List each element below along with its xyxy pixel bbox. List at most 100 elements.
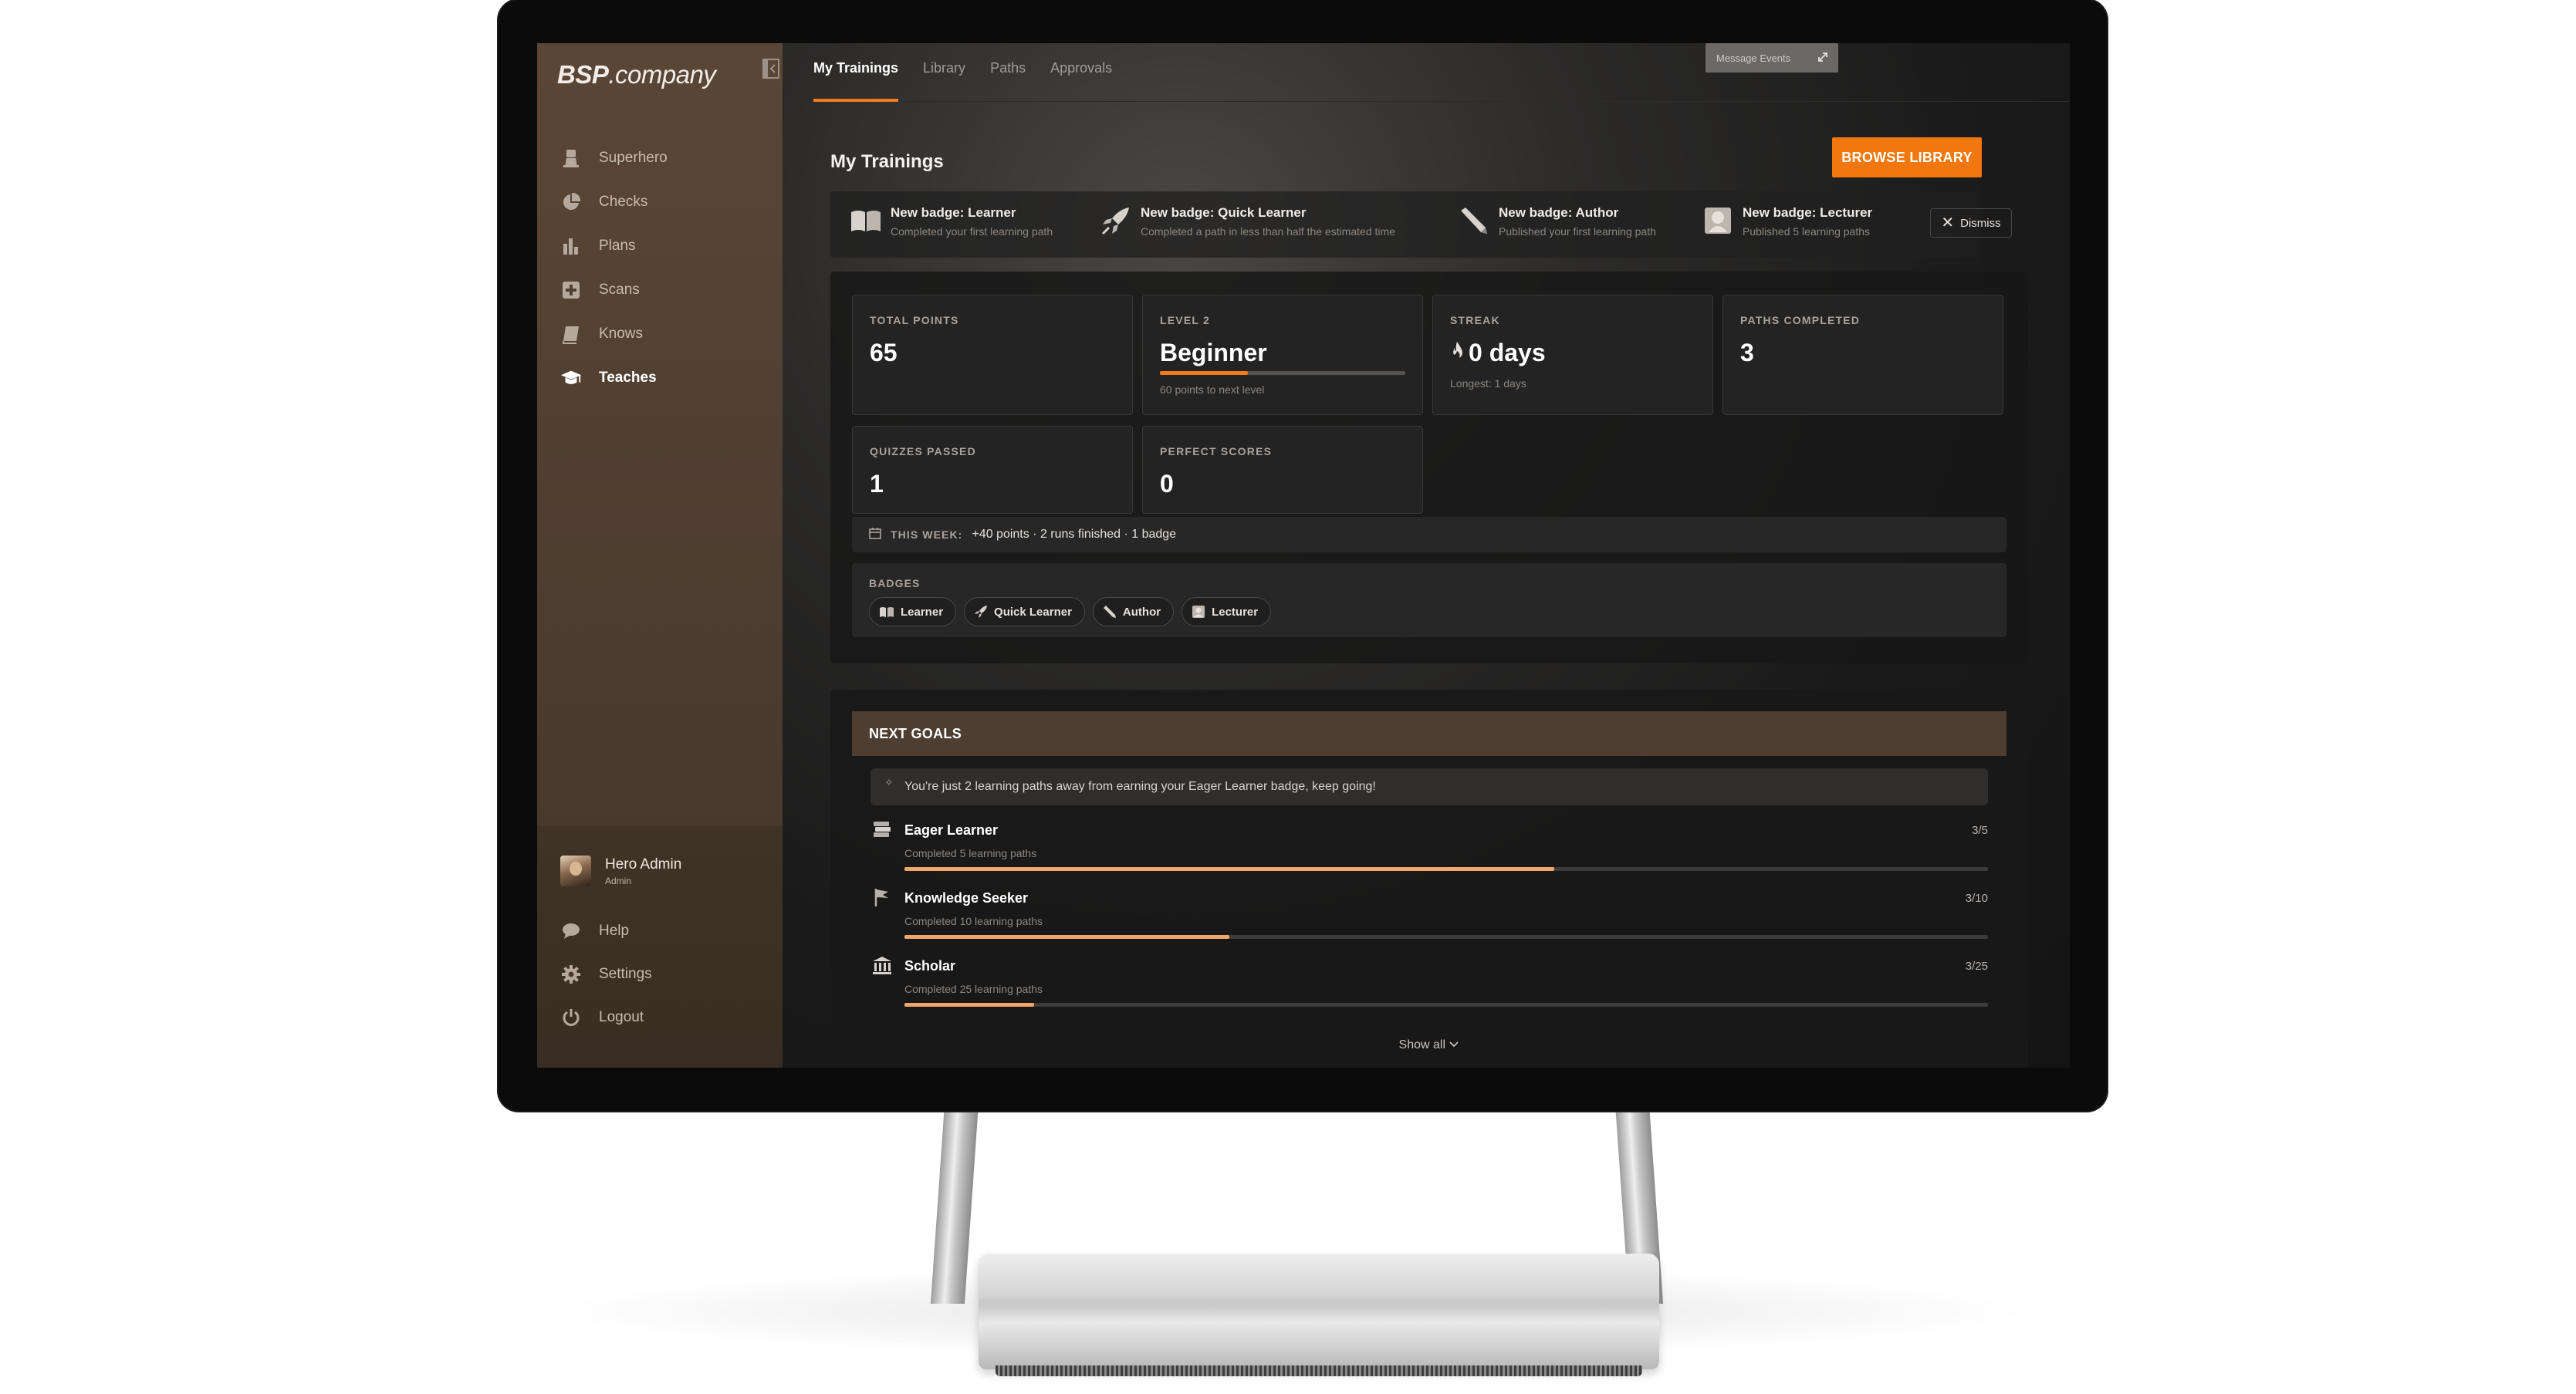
expand-icon: [1817, 51, 1829, 66]
sidebar-item-logout[interactable]: Logout: [560, 996, 761, 1039]
lecturer-icon: [1701, 204, 1735, 238]
sidebar-item-scans[interactable]: Scans: [560, 268, 761, 312]
stat-label: STREAK: [1450, 314, 1500, 326]
goal-progress-bar: [904, 867, 1988, 871]
page-title: My Trainings: [830, 151, 944, 172]
user-name: Hero Admin: [605, 856, 682, 873]
new-badges-banner: New badge: Learner Completed your first …: [830, 191, 2012, 258]
new-badge-author: New badge: Author Published your first l…: [1457, 204, 1656, 238]
badge-chip-quick-learner[interactable]: Quick Learner: [964, 597, 1085, 626]
stand-vent: [996, 1365, 1642, 1376]
sidebar-item-label: Plans: [599, 237, 636, 254]
sidebar-item-superhero[interactable]: Superhero: [560, 136, 761, 180]
new-badge-subtitle: Published your first learning path: [1499, 225, 1656, 238]
browse-library-button[interactable]: BROWSE LIBRARY: [1832, 137, 1982, 177]
sidebar-item-label: Superhero: [599, 149, 668, 166]
goal-count: 3/5: [1972, 824, 1988, 837]
badges-section: BADGES Learner Quick Learner Author Lect…: [852, 563, 2006, 637]
tab-my-trainings[interactable]: My Trainings: [813, 60, 899, 102]
stat-label: LEVEL 2: [1160, 314, 1210, 326]
stat-label: TOTAL POINTS: [870, 314, 959, 326]
book-icon: [560, 323, 582, 345]
gear-icon: [560, 964, 582, 985]
stat-level: LEVEL 2 Beginner 60 points to next level: [1142, 295, 1423, 415]
badges-label: BADGES: [869, 577, 921, 589]
this-week-text: +40 points · 2 runs finished · 1 badge: [972, 528, 1177, 541]
dismiss-button[interactable]: ✕ Dismiss: [1930, 208, 2012, 238]
user-role: Admin: [605, 875, 632, 886]
stats-panel: TOTAL POINTS 65 LEVEL 2 Beginner 60 poin…: [830, 272, 2028, 663]
badge-chip-learner[interactable]: Learner: [869, 597, 957, 626]
sidebar-bottom-nav: Help Settings Logout: [560, 910, 761, 1039]
new-badge-title: New badge: Learner: [891, 205, 1016, 220]
sidebar: BSP.company Superhero Checks Plans Scans…: [537, 43, 783, 1068]
new-badge-subtitle: Completed a path in less than half the e…: [1141, 225, 1395, 238]
new-badge-subtitle: Completed your first learning path: [891, 225, 1053, 238]
stat-value: 0 days: [1450, 339, 1546, 367]
rocket-icon: [974, 605, 988, 619]
book-icon: [879, 606, 894, 618]
sidebar-item-help[interactable]: Help: [560, 910, 761, 953]
badge-chip-lecturer[interactable]: Lecturer: [1182, 597, 1272, 626]
tab-paths[interactable]: Paths: [990, 60, 1026, 102]
pie-icon: [560, 191, 582, 213]
level-progress-fill: [1160, 371, 1249, 375]
goal-scholar: Scholar Completed 25 learning paths 3/25: [870, 954, 1988, 1015]
stat-value: 65: [870, 339, 898, 366]
graduation-cap-icon: [560, 367, 582, 389]
goal-progress-bar: [904, 1003, 1988, 1007]
collapse-sidebar-icon[interactable]: [762, 59, 779, 79]
sidebar-item-label: Help: [599, 923, 630, 939]
tab-library[interactable]: Library: [923, 60, 965, 102]
sidebar-item-teaches[interactable]: Teaches: [560, 356, 761, 400]
sidebar-item-checks[interactable]: Checks: [560, 180, 761, 224]
goal-count: 3/25: [1965, 960, 1988, 973]
sidebar-item-label: Settings: [599, 966, 652, 982]
streak-value: 0 days: [1469, 339, 1546, 366]
user-profile[interactable]: Hero Admin Admin: [560, 856, 681, 886]
avatar: [560, 856, 591, 886]
flag-icon: [870, 886, 894, 909]
stat-label: QUIZZES PASSED: [870, 445, 976, 457]
screen: BSP.company Superhero Checks Plans Scans…: [537, 43, 2070, 1068]
badge-chip-author[interactable]: Author: [1092, 597, 1175, 626]
show-all-label: Show all: [1398, 1038, 1446, 1051]
stat-value: Beginner: [1160, 339, 1267, 366]
sidebar-nav: Superhero Checks Plans Scans Knows Teach…: [560, 136, 761, 400]
next-goals-header: NEXT GOALS: [852, 711, 2006, 756]
sidebar-item-settings[interactable]: Settings: [560, 953, 761, 996]
this-week-summary: THIS WEEK: +40 points · 2 runs finished …: [852, 517, 2006, 552]
stat-quizzes-passed: QUIZZES PASSED 1: [852, 426, 1133, 514]
calendar-icon: [869, 527, 881, 543]
message-events-button[interactable]: Message Events: [1706, 43, 1838, 73]
pencil-icon: [1103, 605, 1117, 619]
book-icon: [849, 204, 883, 238]
main-content: My Trainings BROWSE LIBRARY New badge: L…: [783, 102, 2070, 1068]
sidebar-item-plans[interactable]: Plans: [560, 224, 761, 268]
stat-streak: STREAK 0 days Longest: 1 days: [1432, 295, 1713, 415]
plus-square-icon: [560, 279, 582, 301]
this-week-label: THIS WEEK:: [891, 528, 963, 541]
books-icon: [870, 818, 894, 841]
new-badge-lecturer: New badge: Lecturer Published 5 learning…: [1701, 204, 1872, 238]
level-progress-bar: [1160, 371, 1405, 375]
badge-chip-label: Author: [1122, 605, 1161, 619]
goal-progress-fill: [904, 935, 1230, 939]
goal-count: 3/10: [1965, 892, 1988, 905]
stat-sub: 60 points to next level: [1160, 383, 1265, 396]
sidebar-item-label: Knows: [599, 325, 644, 342]
new-badge-quick-learner: New badge: Quick Learner Completed a pat…: [1099, 204, 1395, 238]
stat-label: PERFECT SCORES: [1160, 445, 1273, 457]
sidebar-item-label: Scans: [599, 281, 640, 298]
goal-progress-fill: [904, 1003, 1035, 1007]
new-badge-subtitle: Published 5 learning paths: [1743, 225, 1871, 238]
hint-text: You're just 2 learning paths away from e…: [904, 780, 1376, 793]
hero-icon: [560, 147, 582, 169]
sidebar-item-knows[interactable]: Knows: [560, 312, 761, 356]
badge-chip-label: Lecturer: [1212, 605, 1259, 619]
tab-approvals[interactable]: Approvals: [1050, 60, 1112, 102]
brand-logo[interactable]: BSP.company: [557, 60, 716, 89]
show-all-button[interactable]: Show all: [830, 1038, 2028, 1052]
stat-sub: Longest: 1 days: [1450, 377, 1526, 390]
sidebar-item-label: Checks: [599, 193, 648, 210]
